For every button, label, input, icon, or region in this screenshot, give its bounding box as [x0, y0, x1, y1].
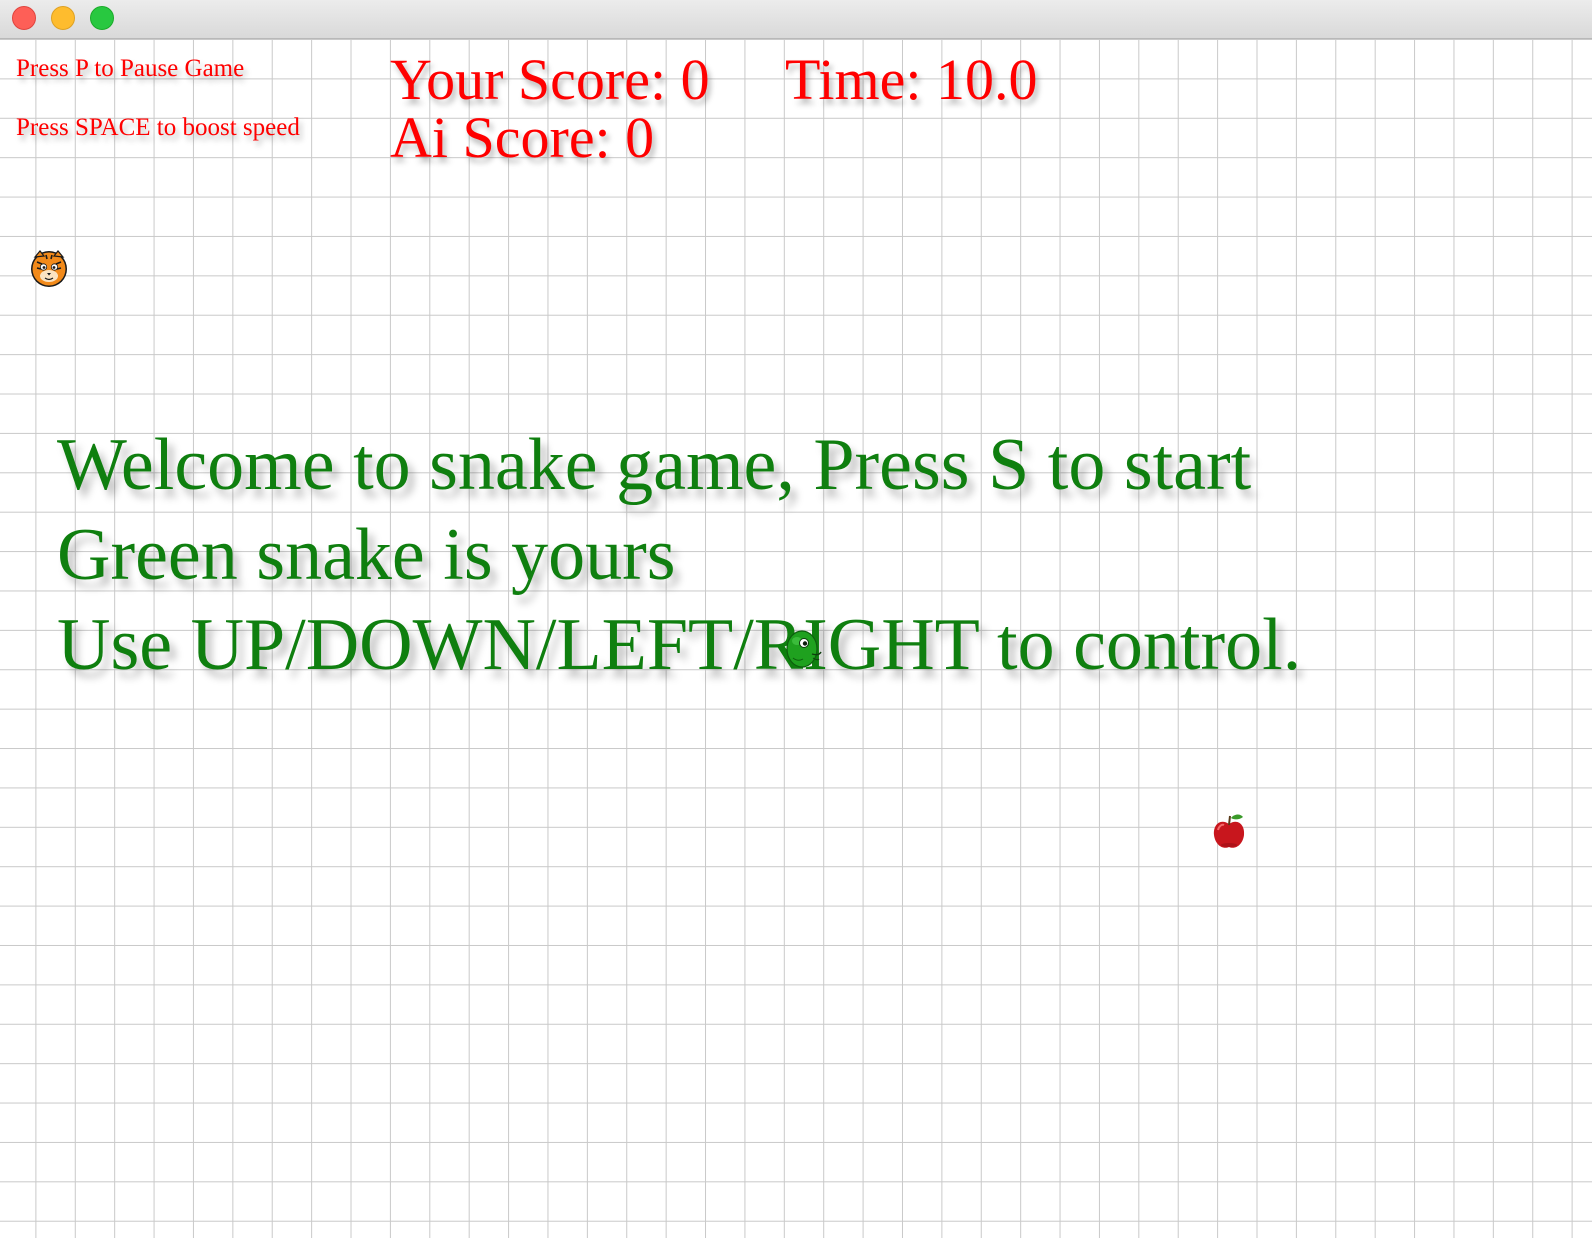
- game-window: Press P to Pause Game Press SPACE to boo…: [0, 0, 1592, 1238]
- time-remaining: Time: 10.0: [785, 47, 1038, 112]
- welcome-line-start: Welcome to snake game, Press S to start: [57, 424, 1252, 506]
- tiger-face-icon: [31, 250, 67, 287]
- game-board[interactable]: Press P to Pause Game Press SPACE to boo…: [0, 39, 1592, 1238]
- ai-score: Ai Score: 0: [390, 105, 655, 170]
- title-bar: [0, 0, 1592, 39]
- player-score: Your Score: 0: [390, 47, 710, 112]
- welcome-line-controls: Use UP/DOWN/LEFT/RIGHT to control.: [57, 604, 1302, 686]
- welcome-line-ownership: Green snake is yours: [57, 514, 676, 596]
- zoom-window-button[interactable]: [90, 6, 114, 30]
- red-apple-icon: [1213, 814, 1245, 848]
- boost-hint: Press SPACE to boost speed: [16, 114, 300, 141]
- pause-hint: Press P to Pause Game: [16, 55, 245, 82]
- green-snake-head-icon: [786, 630, 822, 668]
- close-window-button[interactable]: [12, 6, 36, 30]
- minimize-window-button[interactable]: [51, 6, 75, 30]
